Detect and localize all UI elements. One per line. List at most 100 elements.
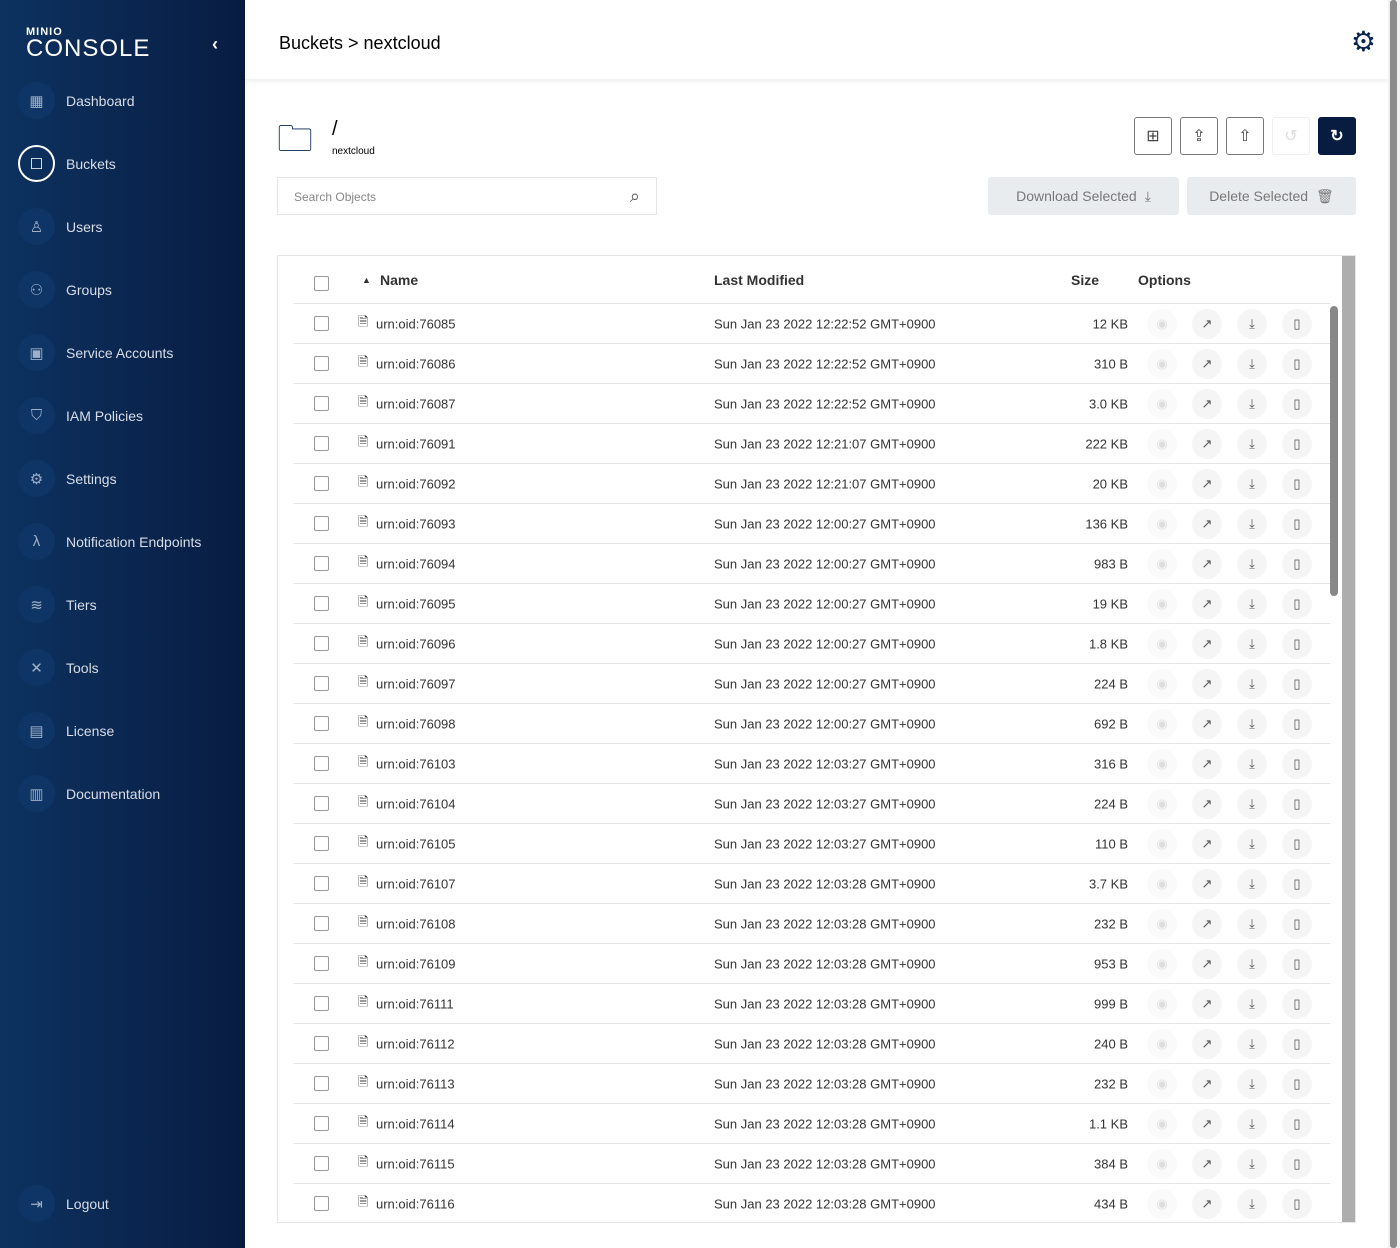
preview-button[interactable]: ◉ — [1147, 989, 1177, 1019]
share-button[interactable]: ↗ — [1192, 709, 1222, 739]
delete-button[interactable]: ▯ — [1282, 1029, 1312, 1059]
share-button[interactable]: ↗ — [1192, 549, 1222, 579]
preview-button[interactable]: ◉ — [1147, 669, 1177, 699]
preview-button[interactable]: ◉ — [1147, 789, 1177, 819]
download-button[interactable]: ⤓ — [1237, 1149, 1267, 1179]
share-button[interactable]: ↗ — [1192, 469, 1222, 499]
object-name[interactable]: urn:oid:76085 — [376, 316, 456, 331]
share-button[interactable]: ↗ — [1192, 669, 1222, 699]
sidebar-item-buckets[interactable]: ☐ Buckets — [18, 145, 116, 182]
object-name[interactable]: urn:oid:76091 — [376, 436, 456, 451]
table-row[interactable]: 🗎 urn:oid:76087 Sun Jan 23 2022 12:22:52… — [294, 384, 1330, 424]
row-checkbox[interactable] — [314, 996, 329, 1011]
object-name[interactable]: urn:oid:76115 — [376, 1156, 455, 1171]
delete-selected-button[interactable]: Delete Selected 🗑 — [1187, 177, 1356, 215]
table-row[interactable]: 🗎 urn:oid:76091 Sun Jan 23 2022 12:21:07… — [294, 424, 1330, 464]
table-row[interactable]: 🗎 urn:oid:76105 Sun Jan 23 2022 12:03:27… — [294, 824, 1330, 864]
logout-button[interactable]: ⇥ Logout — [18, 1185, 109, 1222]
share-button[interactable]: ↗ — [1192, 949, 1222, 979]
delete-button[interactable]: ▯ — [1282, 509, 1312, 539]
table-row[interactable]: 🗎 urn:oid:76085 Sun Jan 23 2022 12:22:52… — [294, 304, 1330, 344]
delete-button[interactable]: ▯ — [1282, 869, 1312, 899]
delete-button[interactable]: ▯ — [1282, 1109, 1312, 1139]
download-button[interactable]: ⤓ — [1237, 629, 1267, 659]
table-scrollbar[interactable] — [1330, 256, 1355, 1222]
download-button[interactable]: ⤓ — [1237, 989, 1267, 1019]
preview-button[interactable]: ◉ — [1147, 949, 1177, 979]
table-row[interactable]: 🗎 urn:oid:76097 Sun Jan 23 2022 12:00:27… — [294, 664, 1330, 704]
download-button[interactable]: ⤓ — [1237, 709, 1267, 739]
object-name[interactable]: urn:oid:76109 — [376, 956, 456, 971]
table-row[interactable]: 🗎 urn:oid:76113 Sun Jan 23 2022 12:03:28… — [294, 1064, 1330, 1104]
object-name[interactable]: urn:oid:76096 — [376, 636, 456, 651]
share-button[interactable]: ↗ — [1192, 509, 1222, 539]
share-button[interactable]: ↗ — [1192, 909, 1222, 939]
row-checkbox[interactable] — [314, 436, 329, 451]
delete-button[interactable]: ▯ — [1282, 1149, 1312, 1179]
download-button[interactable]: ⤓ — [1237, 949, 1267, 979]
share-button[interactable]: ↗ — [1192, 749, 1222, 779]
row-checkbox[interactable] — [314, 1116, 329, 1131]
download-button[interactable]: ⤓ — [1237, 429, 1267, 459]
download-button[interactable]: ⤓ — [1237, 669, 1267, 699]
object-name[interactable]: urn:oid:76112 — [376, 1036, 455, 1051]
object-name[interactable]: urn:oid:76113 — [376, 1076, 455, 1091]
download-button[interactable]: ⤓ — [1237, 509, 1267, 539]
table-row[interactable]: 🗎 urn:oid:76103 Sun Jan 23 2022 12:03:27… — [294, 744, 1330, 784]
table-row[interactable]: 🗎 urn:oid:76108 Sun Jan 23 2022 12:03:28… — [294, 904, 1330, 944]
table-row[interactable]: 🗎 urn:oid:76104 Sun Jan 23 2022 12:03:27… — [294, 784, 1330, 824]
row-checkbox[interactable] — [314, 1036, 329, 1051]
sidebar-item-groups[interactable]: ⚇ Groups — [18, 271, 112, 308]
row-checkbox[interactable] — [314, 796, 329, 811]
share-button[interactable]: ↗ — [1192, 869, 1222, 899]
sidebar-item-documentation[interactable]: ▥ Documentation — [18, 775, 160, 812]
delete-button[interactable]: ▯ — [1282, 909, 1312, 939]
preview-button[interactable]: ◉ — [1147, 469, 1177, 499]
object-name[interactable]: urn:oid:76086 — [376, 356, 456, 371]
object-name[interactable]: urn:oid:76104 — [376, 796, 456, 811]
table-row[interactable]: 🗎 urn:oid:76109 Sun Jan 23 2022 12:03:28… — [294, 944, 1330, 984]
row-checkbox[interactable] — [314, 516, 329, 531]
object-name[interactable]: urn:oid:76087 — [376, 396, 456, 411]
row-checkbox[interactable] — [314, 556, 329, 571]
table-row[interactable]: 🗎 urn:oid:76116 Sun Jan 23 2022 12:03:28… — [294, 1184, 1330, 1222]
sort-asc-icon[interactable]: ▲ — [362, 275, 371, 285]
sidebar-item-tools[interactable]: ✕ Tools — [18, 649, 99, 686]
object-name[interactable]: urn:oid:76093 — [376, 516, 456, 531]
column-name[interactable]: Name — [380, 272, 418, 288]
preview-button[interactable]: ◉ — [1147, 589, 1177, 619]
share-button[interactable]: ↗ — [1192, 1029, 1222, 1059]
share-button[interactable]: ↗ — [1192, 1069, 1222, 1099]
delete-button[interactable]: ▯ — [1282, 429, 1312, 459]
download-button[interactable]: ⤓ — [1237, 749, 1267, 779]
share-button[interactable]: ↗ — [1192, 629, 1222, 659]
share-button[interactable]: ↗ — [1192, 1189, 1222, 1219]
delete-button[interactable]: ▯ — [1282, 629, 1312, 659]
row-checkbox[interactable] — [314, 1156, 329, 1171]
download-button[interactable]: ⤓ — [1237, 1069, 1267, 1099]
preview-button[interactable]: ◉ — [1147, 909, 1177, 939]
row-checkbox[interactable] — [314, 596, 329, 611]
select-all-checkbox[interactable] — [314, 276, 329, 291]
search-objects-input[interactable]: Search Objects ⌕ — [277, 177, 657, 215]
download-button[interactable]: ⤓ — [1237, 589, 1267, 619]
preview-button[interactable]: ◉ — [1147, 1149, 1177, 1179]
preview-button[interactable]: ◉ — [1147, 869, 1177, 899]
sidebar-item-users[interactable]: ♙ Users — [18, 208, 103, 245]
row-checkbox[interactable] — [314, 916, 329, 931]
table-row[interactable]: 🗎 urn:oid:76096 Sun Jan 23 2022 12:00:27… — [294, 624, 1330, 664]
delete-button[interactable]: ▯ — [1282, 309, 1312, 339]
download-button[interactable]: ⤓ — [1237, 549, 1267, 579]
delete-button[interactable]: ▯ — [1282, 709, 1312, 739]
delete-button[interactable]: ▯ — [1282, 669, 1312, 699]
table-row[interactable]: 🗎 urn:oid:76098 Sun Jan 23 2022 12:00:27… — [294, 704, 1330, 744]
row-checkbox[interactable] — [314, 1076, 329, 1091]
object-name[interactable]: urn:oid:76103 — [376, 756, 456, 771]
row-checkbox[interactable] — [314, 356, 329, 371]
object-name[interactable]: urn:oid:76107 — [376, 876, 456, 891]
row-checkbox[interactable] — [314, 316, 329, 331]
table-row[interactable]: 🗎 urn:oid:76093 Sun Jan 23 2022 12:00:27… — [294, 504, 1330, 544]
delete-button[interactable]: ▯ — [1282, 789, 1312, 819]
download-selected-button[interactable]: Download Selected ⤓ — [988, 177, 1179, 215]
table-row[interactable]: 🗎 urn:oid:76107 Sun Jan 23 2022 12:03:28… — [294, 864, 1330, 904]
